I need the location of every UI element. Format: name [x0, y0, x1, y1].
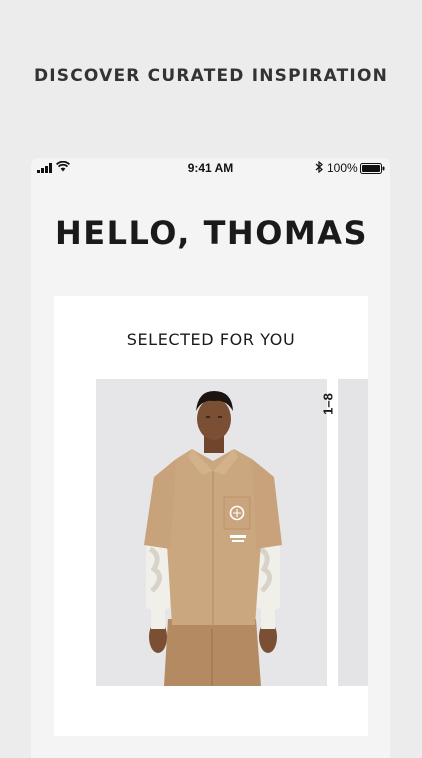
phone-screen: 9:41 AM 100% HELLO, THOMAS SELECTED FOR … — [31, 158, 390, 758]
product-counter-text: 1–8 — [321, 393, 336, 415]
product-counter: 1–8 — [321, 393, 336, 415]
greeting-title: HELLO, THOMAS — [55, 214, 369, 252]
battery-icon — [360, 163, 385, 174]
product-image[interactable] — [96, 379, 327, 686]
bluetooth-icon — [315, 161, 323, 173]
battery-percentage: 100% — [327, 161, 358, 175]
promo-headline: DISCOVER CURATED INSPIRATION — [33, 66, 389, 86]
model-photo — [96, 379, 327, 686]
section-title: SELECTED FOR YOU — [126, 330, 296, 349]
selected-for-you-card: SELECTED FOR YOU 1–8 — [54, 296, 368, 736]
status-bar: 9:41 AM 100% — [31, 158, 390, 178]
next-product-image[interactable] — [338, 379, 368, 686]
